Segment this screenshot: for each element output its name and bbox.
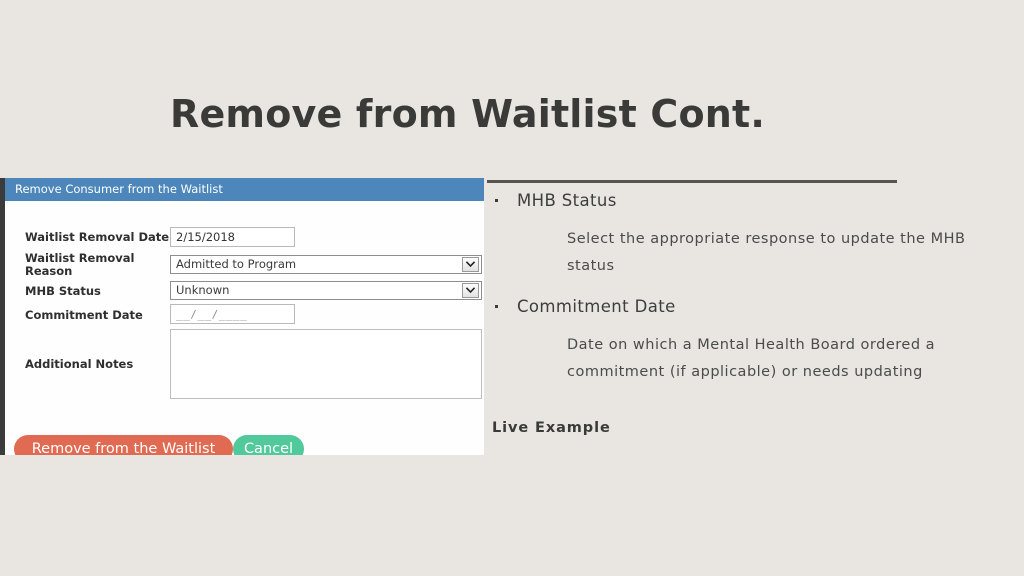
label-waitlist-removal-date: Waitlist Removal Date xyxy=(25,230,170,244)
cancel-button[interactable]: Cancel xyxy=(233,435,304,455)
waitlist-removal-reason-select[interactable]: Admitted to Program xyxy=(170,255,482,274)
bullet-dot-icon xyxy=(495,199,498,202)
bullet-heading: Commitment Date xyxy=(517,297,676,316)
waitlist-removal-date-input[interactable]: 2/15/2018 xyxy=(170,227,295,247)
remove-from-waitlist-button[interactable]: Remove from the Waitlist xyxy=(14,435,233,455)
mhb-status-select[interactable]: Unknown xyxy=(170,281,482,300)
bullet-item-commitment-date: Commitment Date xyxy=(487,296,999,318)
form-body: Waitlist Removal Date 2/15/2018 Waitlist… xyxy=(5,201,484,455)
bullet-dot-icon xyxy=(495,305,498,308)
screenshot-left-edge xyxy=(0,178,5,455)
label-waitlist-removal-reason: Waitlist Removal Reason xyxy=(25,251,135,278)
label-commitment-date: Commitment Date xyxy=(25,308,143,322)
bullet-item-mhb-status: MHB Status xyxy=(487,190,999,212)
embedded-application-screenshot: Remove Consumer from the Waitlist Waitli… xyxy=(0,178,484,455)
label-additional-notes: Additional Notes xyxy=(25,357,134,371)
page-title: Remove from Waitlist Cont. xyxy=(170,92,766,136)
waitlist-removal-reason-value: Admitted to Program xyxy=(176,257,297,271)
chevron-down-icon[interactable] xyxy=(462,257,479,272)
chevron-down-icon[interactable] xyxy=(462,283,479,298)
mhb-status-value: Unknown xyxy=(176,283,230,297)
bullet-heading: MHB Status xyxy=(517,191,617,210)
label-mhb-status: MHB Status xyxy=(25,284,101,298)
form-titlebar: Remove Consumer from the Waitlist xyxy=(5,178,484,201)
content-column: MHB Status Select the appropriate respon… xyxy=(487,190,999,436)
commitment-date-input[interactable]: __/__/____ xyxy=(170,304,295,324)
bullet-detail-mhb-status: Select the appropriate response to updat… xyxy=(567,231,966,274)
bullet-detail-commitment-date: Date on which a Mental Health Board orde… xyxy=(567,337,936,380)
additional-notes-textarea[interactable] xyxy=(170,329,482,399)
horizontal-rule xyxy=(487,180,897,183)
live-example-note: Live Example xyxy=(492,420,611,436)
